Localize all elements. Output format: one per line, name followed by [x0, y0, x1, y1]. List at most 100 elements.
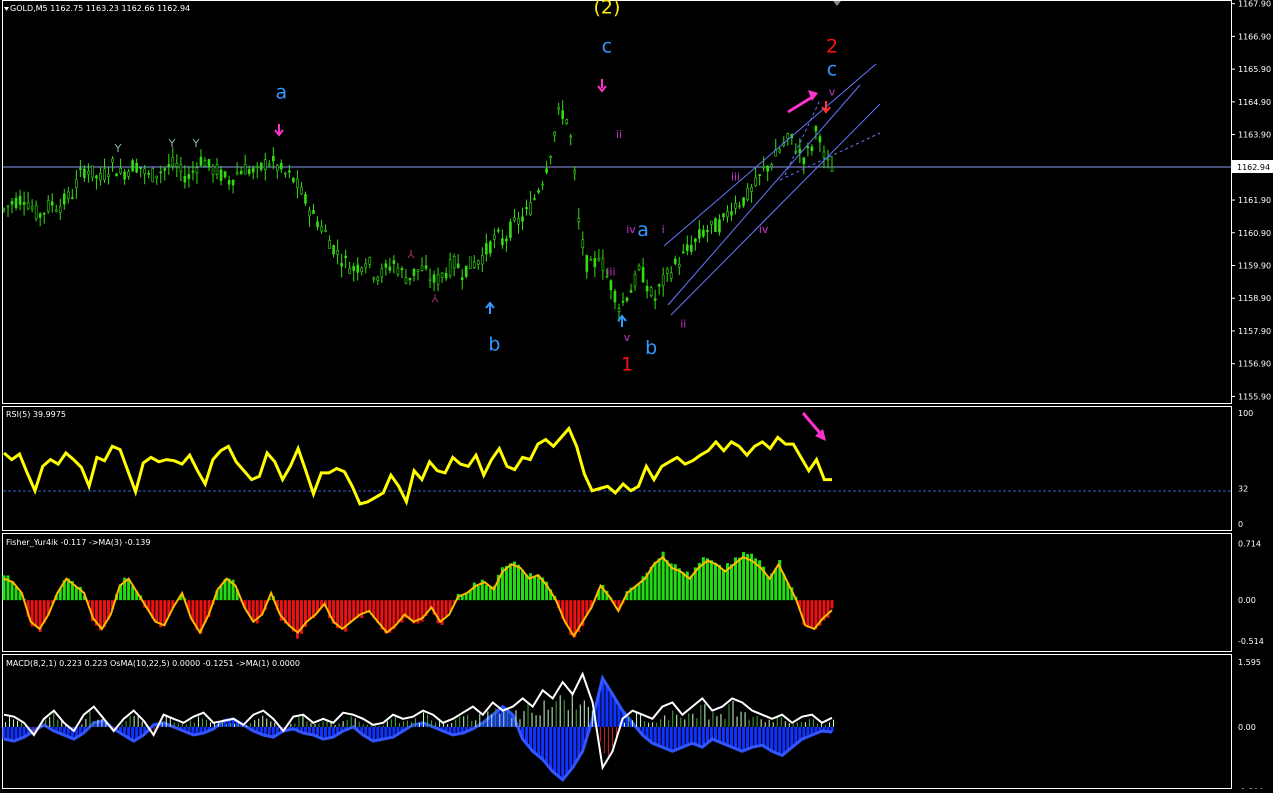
candle-body	[316, 221, 319, 228]
candle-body	[151, 168, 155, 182]
price-tick-label: 1167.90	[1238, 0, 1271, 9]
candle-body	[26, 202, 30, 209]
candle-body	[79, 168, 82, 170]
trading-chart[interactable]: a b c (2) a b 1 2 c ii iii iv v i ii iii iv v GOLD,M5 116…	[0, 0, 1273, 793]
candle-body	[770, 164, 774, 168]
subwave-label: i	[662, 223, 665, 236]
candle-body	[400, 268, 404, 271]
candle-body	[91, 165, 94, 178]
candle-body	[368, 257, 372, 265]
candle-body	[585, 255, 589, 272]
candle-body	[557, 107, 560, 110]
candle-body	[766, 165, 769, 172]
current-price-box: 1162.94	[1232, 160, 1273, 173]
candle-body	[549, 155, 552, 159]
wave-label: 2	[826, 36, 838, 58]
candle-body	[806, 146, 810, 149]
candle-body	[822, 151, 826, 158]
candle-body	[219, 169, 223, 181]
candle-body	[553, 131, 556, 136]
candle-body	[637, 265, 641, 270]
candle-body	[99, 173, 102, 181]
candle-body	[629, 290, 633, 293]
candle-body	[597, 257, 601, 261]
price-tick-label: 1158.90	[1238, 294, 1271, 303]
subwave-label: iv	[626, 223, 636, 236]
candle-body	[818, 136, 822, 143]
wave-label: c	[602, 36, 612, 58]
wave-label: b	[645, 337, 657, 359]
candle-body	[304, 194, 307, 204]
candle-body	[714, 218, 717, 232]
candle-body	[42, 212, 46, 215]
candle-body	[460, 277, 464, 280]
candle-body	[103, 168, 106, 181]
candle-body	[694, 238, 697, 243]
candle-body	[412, 268, 416, 276]
candle-body	[54, 209, 58, 212]
candle-body	[356, 264, 360, 273]
candle-body	[690, 244, 693, 252]
candle-body	[541, 183, 544, 186]
candle-body	[119, 168, 122, 174]
macd-tick-label: 0.00	[1238, 723, 1256, 732]
candle-body	[746, 187, 749, 200]
price-tick-label: 1157.90	[1238, 327, 1271, 336]
subwave-label: iii	[606, 265, 615, 278]
candle-body	[199, 156, 203, 166]
candle-body	[436, 273, 440, 285]
rsi-header: RSI(5) 39.9975	[6, 410, 66, 419]
candle-body	[247, 169, 251, 174]
candle-body	[127, 171, 130, 177]
candle-body	[561, 110, 564, 119]
candle-body	[320, 226, 323, 232]
candle-body	[778, 149, 782, 153]
candle-body	[71, 197, 74, 199]
candle-body	[46, 200, 50, 212]
candle-body	[802, 157, 806, 165]
candle-body	[207, 159, 211, 167]
candle-body	[328, 240, 331, 249]
candle-body	[533, 198, 536, 200]
candle-body	[742, 197, 745, 206]
candle-body	[115, 173, 118, 177]
candle-body	[332, 245, 335, 255]
candle-body	[147, 172, 150, 175]
candle-body	[750, 187, 753, 192]
candle-body	[6, 205, 10, 208]
candle-body	[730, 211, 733, 216]
fisher-tick-label: -0.514	[1238, 637, 1264, 646]
candle-body	[509, 221, 512, 238]
candle-body	[280, 162, 283, 170]
wave-label: c	[827, 59, 837, 81]
candle-body	[288, 170, 291, 173]
candle-body	[107, 174, 110, 177]
candle-body	[726, 211, 729, 218]
candle-body	[308, 210, 311, 217]
candle-body	[272, 155, 275, 162]
candle-body	[175, 162, 179, 167]
candle-body	[681, 251, 685, 254]
candle-body	[565, 119, 569, 124]
candle-body	[625, 297, 629, 302]
price-tick-label: 1155.90	[1238, 392, 1271, 401]
fisher-header: Fisher_Yur4ik -0.117 ->MA(3) -0.139	[6, 538, 150, 547]
rsi-tick-label: 100	[1238, 409, 1253, 418]
candle-body	[191, 170, 195, 173]
wave-label: (2)	[593, 0, 620, 18]
candle-body	[396, 267, 400, 275]
candle-body	[408, 277, 412, 281]
candle-body	[661, 274, 665, 286]
candle-body	[810, 146, 814, 151]
candle-body	[155, 175, 159, 179]
candle-body	[569, 135, 573, 138]
candle-body	[593, 258, 597, 268]
macd-header: MACD(8,2,1) 0.223 0.223 OsMA(10,22,5) 0.…	[6, 659, 300, 668]
candle-body	[171, 157, 175, 167]
candle-body	[259, 162, 263, 170]
candle-body	[231, 179, 235, 186]
candle-body	[336, 250, 339, 255]
candle-body	[706, 230, 709, 232]
current-price-label: 1162.94	[1237, 163, 1270, 172]
candle-body	[364, 263, 368, 268]
